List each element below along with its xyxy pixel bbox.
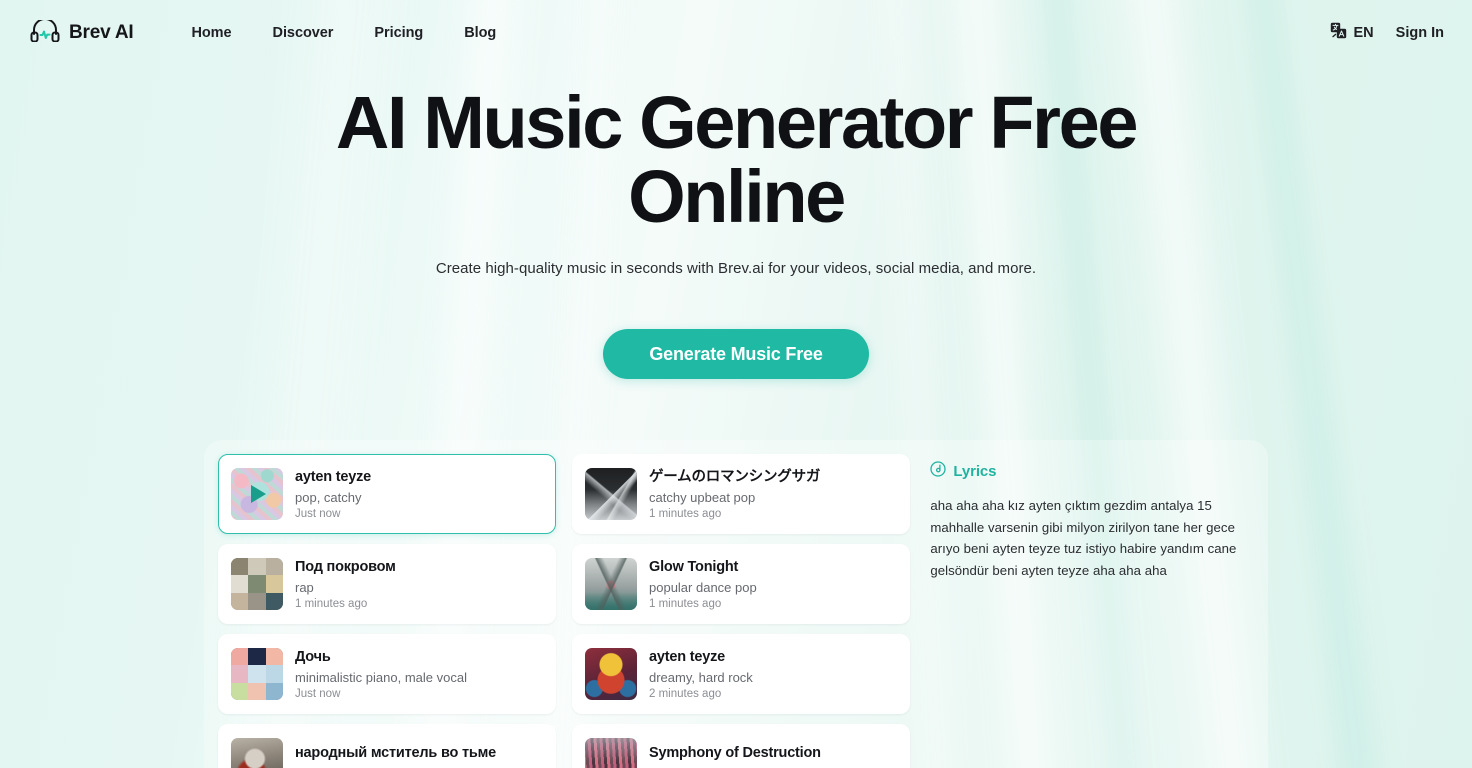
song-thumbnail[interactable] bbox=[231, 468, 283, 520]
song-style: catchy upbeat pop bbox=[649, 489, 756, 505]
nav-link-discover[interactable]: Discover bbox=[273, 25, 334, 41]
lyrics-text: aha aha aha kız ayten çıktım gezdim anta… bbox=[930, 498, 1237, 578]
song-style: minimalistic piano, male vocal bbox=[295, 669, 467, 685]
language-selector[interactable]: EN bbox=[1330, 22, 1374, 44]
play-icon[interactable] bbox=[231, 468, 283, 520]
song-card[interactable]: ゲームのロマンシングサガ catchy upbeat pop 1 minutes a… bbox=[572, 454, 910, 534]
song-list: ayten teyze pop, catchy Just now ゲームのロマンシング… bbox=[218, 454, 912, 768]
song-style: dreamy, hard rock bbox=[649, 669, 753, 685]
song-meta: Дочь minimalistic piano, male vocal Just n… bbox=[295, 648, 467, 699]
song-thumbnail[interactable] bbox=[585, 648, 637, 700]
lyrics-panel: Lyrics aha aha aha kız ayten çıktım gezd… bbox=[912, 454, 1254, 768]
nav-link-home[interactable]: Home bbox=[191, 25, 231, 41]
page-root: Brev AI Home Discover Pricing Blog EN Si… bbox=[0, 0, 1472, 768]
song-card[interactable]: народный мститель во тьмеhard rock, hard… bbox=[218, 724, 556, 768]
header-actions: EN Sign In bbox=[1330, 22, 1444, 44]
song-meta: ayten teyze dreamy, hard rock 2 minutes ag… bbox=[649, 648, 753, 699]
song-thumbnail[interactable] bbox=[231, 648, 283, 700]
lyrics-title: Lyrics bbox=[953, 463, 997, 480]
song-style: rap bbox=[295, 579, 314, 595]
song-title: ゲームのロマンシングサガ bbox=[649, 469, 821, 486]
song-thumbnail[interactable] bbox=[231, 738, 283, 768]
nav-link-pricing[interactable]: Pricing bbox=[374, 25, 423, 41]
main-nav: Home Discover Pricing Blog bbox=[191, 25, 496, 41]
song-title: Symphony of Destruction bbox=[649, 745, 821, 762]
song-thumbnail[interactable] bbox=[585, 468, 637, 520]
song-title: Glow Tonight bbox=[649, 559, 739, 576]
song-card[interactable]: ayten teyze pop, catchy Just now bbox=[218, 454, 556, 534]
brand-logo[interactable]: Brev AI bbox=[30, 17, 134, 47]
music-disc-icon bbox=[930, 461, 946, 482]
song-timestamp: 1 minutes ago bbox=[295, 597, 368, 610]
song-meta: ゲームのロマンシングサガ catchy upbeat pop 1 minutes a… bbox=[649, 468, 820, 519]
page-title: AI Music Generator Free Online bbox=[335, 81, 1139, 238]
song-meta: ayten teyze pop, catchy Just now bbox=[295, 468, 371, 519]
song-thumbnail[interactable] bbox=[585, 558, 637, 610]
song-title: народный мститель во тьме bbox=[295, 745, 496, 762]
generate-music-button[interactable]: Generate Music Free bbox=[603, 329, 869, 379]
song-title: Под покровом bbox=[295, 559, 396, 576]
song-title: Дочь bbox=[295, 649, 331, 666]
song-meta: народный мститель во тьмеhard rock, hard… bbox=[295, 744, 496, 768]
song-timestamp: 1 minutes ago bbox=[649, 597, 722, 610]
song-meta: Glow Tonight popular dance pop 1 minutes a… bbox=[649, 558, 757, 609]
lyrics-header: Lyrics bbox=[930, 461, 1242, 482]
song-thumbnail[interactable] bbox=[231, 558, 283, 610]
site-header: Brev AI Home Discover Pricing Blog EN Si… bbox=[0, 0, 1472, 66]
song-card[interactable]: ayten teyze dreamy, hard rock 2 minutes ag… bbox=[572, 634, 910, 714]
song-timestamp: 2 minutes ago bbox=[649, 687, 722, 700]
nav-link-blog[interactable]: Blog bbox=[464, 25, 496, 41]
headphones-waveform-icon bbox=[30, 17, 60, 47]
song-style: pop, catchy bbox=[295, 489, 362, 505]
translate-icon bbox=[1330, 22, 1347, 44]
song-title: ayten teyze bbox=[649, 649, 725, 666]
song-meta: Под покровом rap 1 minutes ago bbox=[295, 558, 396, 609]
song-thumbnail[interactable] bbox=[585, 738, 637, 768]
song-card[interactable]: Symphony of Destructionsymphonic metal o… bbox=[572, 724, 910, 768]
sign-in-button[interactable]: Sign In bbox=[1396, 25, 1444, 41]
library-panel: ayten teyze pop, catchy Just now ゲームのロマンシング… bbox=[204, 440, 1268, 768]
language-code: EN bbox=[1353, 25, 1374, 41]
song-title: ayten teyze bbox=[295, 469, 371, 486]
song-style: popular dance pop bbox=[649, 579, 757, 595]
hero-subtitle: Create high-quality music in seconds wit… bbox=[435, 260, 1037, 277]
brand-name: Brev AI bbox=[69, 22, 134, 43]
song-meta: Symphony of Destructionsymphonic metal o… bbox=[649, 744, 835, 768]
song-card[interactable]: Дочь minimalistic piano, male vocal Just n… bbox=[218, 634, 556, 714]
song-timestamp: Just now bbox=[295, 507, 341, 520]
song-timestamp: 1 minutes ago bbox=[649, 507, 722, 520]
hero-section: AI Music Generator Free Online Create hi… bbox=[0, 66, 1472, 379]
song-timestamp: Just now bbox=[295, 687, 341, 700]
song-card[interactable]: Glow Tonight popular dance pop 1 minutes a… bbox=[572, 544, 910, 624]
song-card[interactable]: Под покровом rap 1 minutes ago bbox=[218, 544, 556, 624]
